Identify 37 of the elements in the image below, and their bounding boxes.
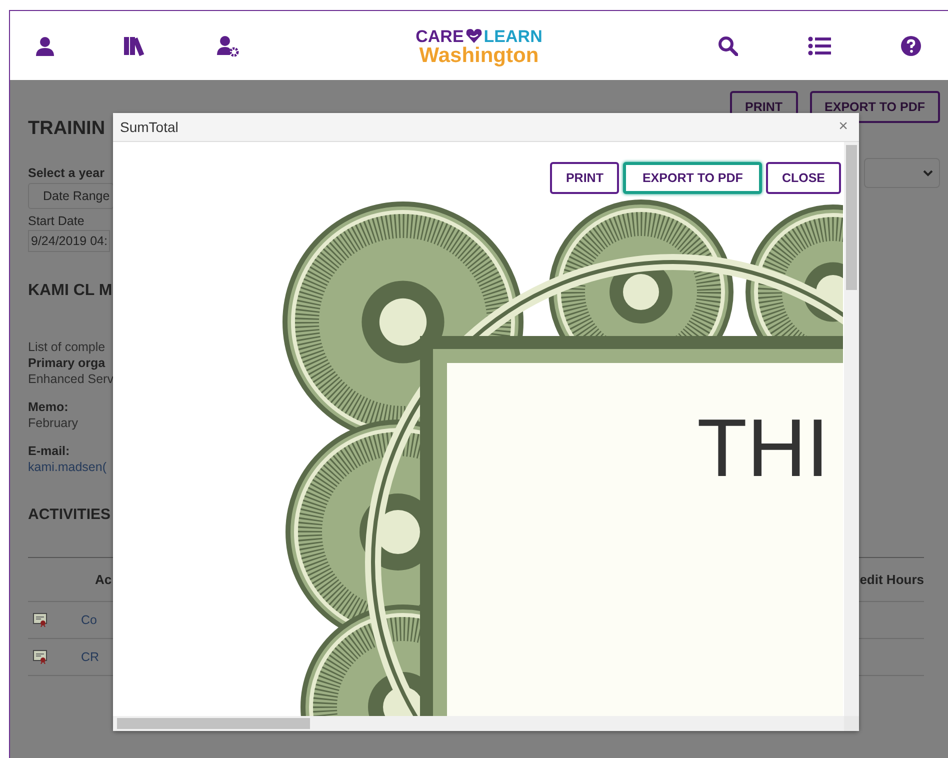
vertical-scrollbar[interactable] (844, 142, 859, 716)
column-header: edit Hours (860, 572, 924, 587)
certificate-icon[interactable] (33, 613, 47, 627)
close-button[interactable]: CLOSE (766, 162, 841, 194)
logo-word: LEARN (484, 28, 542, 44)
detail-text: Enhanced Serv (28, 372, 114, 386)
field-label: Start Date (28, 214, 84, 228)
activity-link[interactable]: CR (47, 650, 100, 664)
search-icon[interactable] (718, 36, 738, 56)
help-icon[interactable] (901, 36, 921, 56)
dialog-title: SumTotal (120, 119, 178, 135)
horizontal-scrollbar[interactable] (113, 716, 844, 731)
certificate-heading: THI (697, 403, 830, 494)
list-icon[interactable] (808, 36, 831, 56)
heart-icon (464, 28, 483, 44)
column-header: Ac (94, 572, 112, 587)
logo-word: CARE (416, 28, 464, 44)
start-date-field[interactable]: 9/24/2019 04: (28, 230, 110, 252)
detail-text: List of comple (28, 340, 106, 354)
activity-link[interactable]: Co (47, 613, 97, 627)
logo-word: Washington (419, 44, 539, 66)
field-label: Select a year (28, 166, 104, 180)
email-link[interactable]: kami.madsen( (28, 460, 106, 474)
scrollbar-corner (844, 716, 859, 731)
person-name: KAMI CL M (28, 282, 114, 300)
memo-text: February (28, 416, 78, 430)
certificate-icon[interactable] (33, 650, 47, 664)
detail-text: Primary orga (28, 356, 106, 370)
section-title: ACTIVITIES (28, 506, 112, 523)
print-button[interactable]: PRINT (550, 162, 620, 194)
page-title: TRAININ (28, 118, 106, 140)
user-gear-icon[interactable] (217, 34, 239, 56)
chevron-icon (923, 170, 933, 176)
export-pdf-button[interactable]: EXPORT TO PDF (623, 162, 762, 194)
memo-label: Memo: (28, 400, 68, 414)
user-icon[interactable] (35, 36, 55, 56)
email-label: E-mail: (28, 444, 70, 458)
